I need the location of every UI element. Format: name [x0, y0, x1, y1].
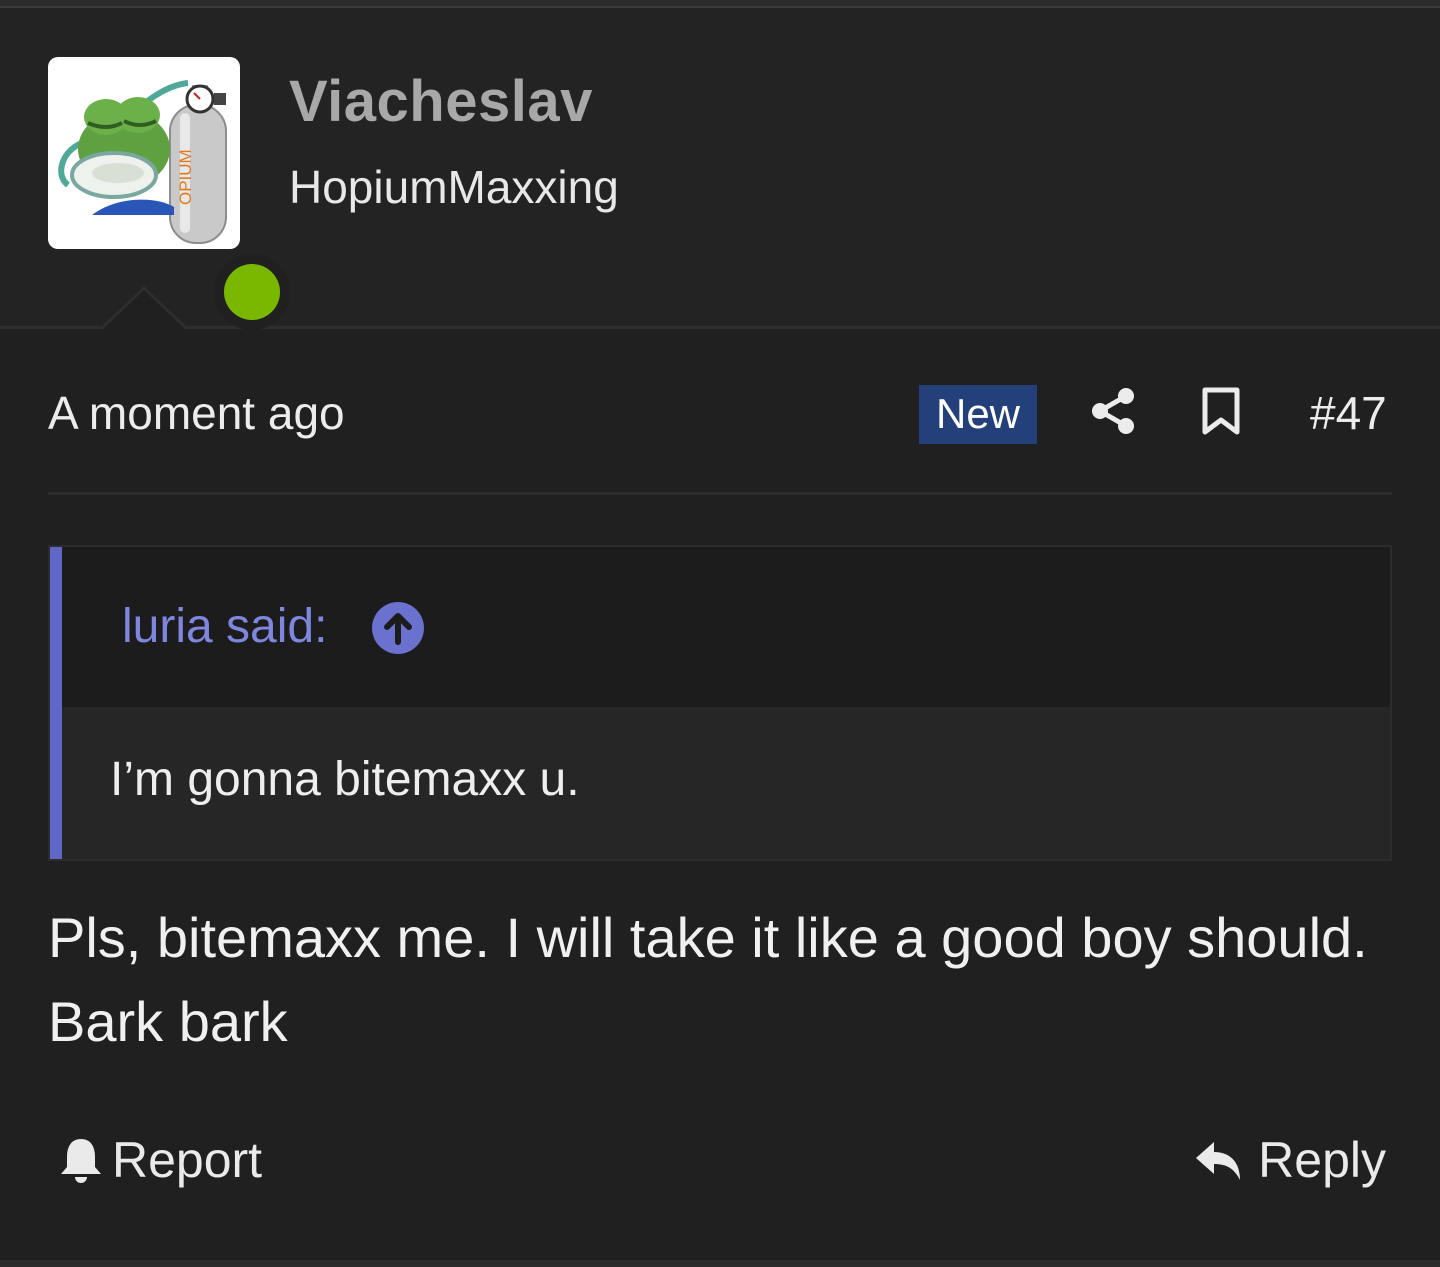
arrow-up-circle-icon[interactable] — [372, 602, 424, 654]
bell-icon — [61, 1139, 101, 1183]
post-timestamp[interactable]: A moment ago — [48, 386, 345, 440]
post-body: Pls, bitemaxx me. I will take it like a … — [48, 906, 1368, 1053]
quote-accent-bar — [50, 547, 62, 859]
post-number-link[interactable]: #47 — [1310, 386, 1387, 440]
header-pointer-inner — [103, 290, 185, 329]
quote-author[interactable]: luria said: — [122, 599, 327, 654]
report-button[interactable]: Report — [58, 1128, 262, 1192]
meta-divider — [48, 492, 1392, 495]
bookmark-icon[interactable] — [1200, 386, 1242, 436]
avatar-image: OPIUM — [58, 80, 227, 244]
avatar[interactable]: OPIUM — [48, 57, 290, 330]
new-badge: New — [919, 385, 1037, 444]
quote-block: luria said: I’m gonna bitemaxx u. — [48, 545, 1392, 861]
svg-text:OPIUM: OPIUM — [176, 149, 195, 205]
username[interactable]: Viacheslav — [289, 68, 593, 135]
share-icon[interactable] — [1090, 386, 1138, 436]
online-status-dot — [214, 254, 290, 330]
header-divider — [0, 326, 1440, 329]
quote-header: luria said: — [62, 547, 1390, 707]
reply-button[interactable]: Reply — [1194, 1128, 1386, 1192]
report-label: Report — [112, 1132, 263, 1188]
user-title: HopiumMaxxing — [289, 161, 619, 213]
bottom-rule — [0, 1260, 1440, 1267]
quote-text: I’m gonna bitemaxx u. — [110, 753, 580, 806]
reply-arrow-icon — [1196, 1142, 1241, 1180]
reply-label: Reply — [1258, 1132, 1386, 1188]
